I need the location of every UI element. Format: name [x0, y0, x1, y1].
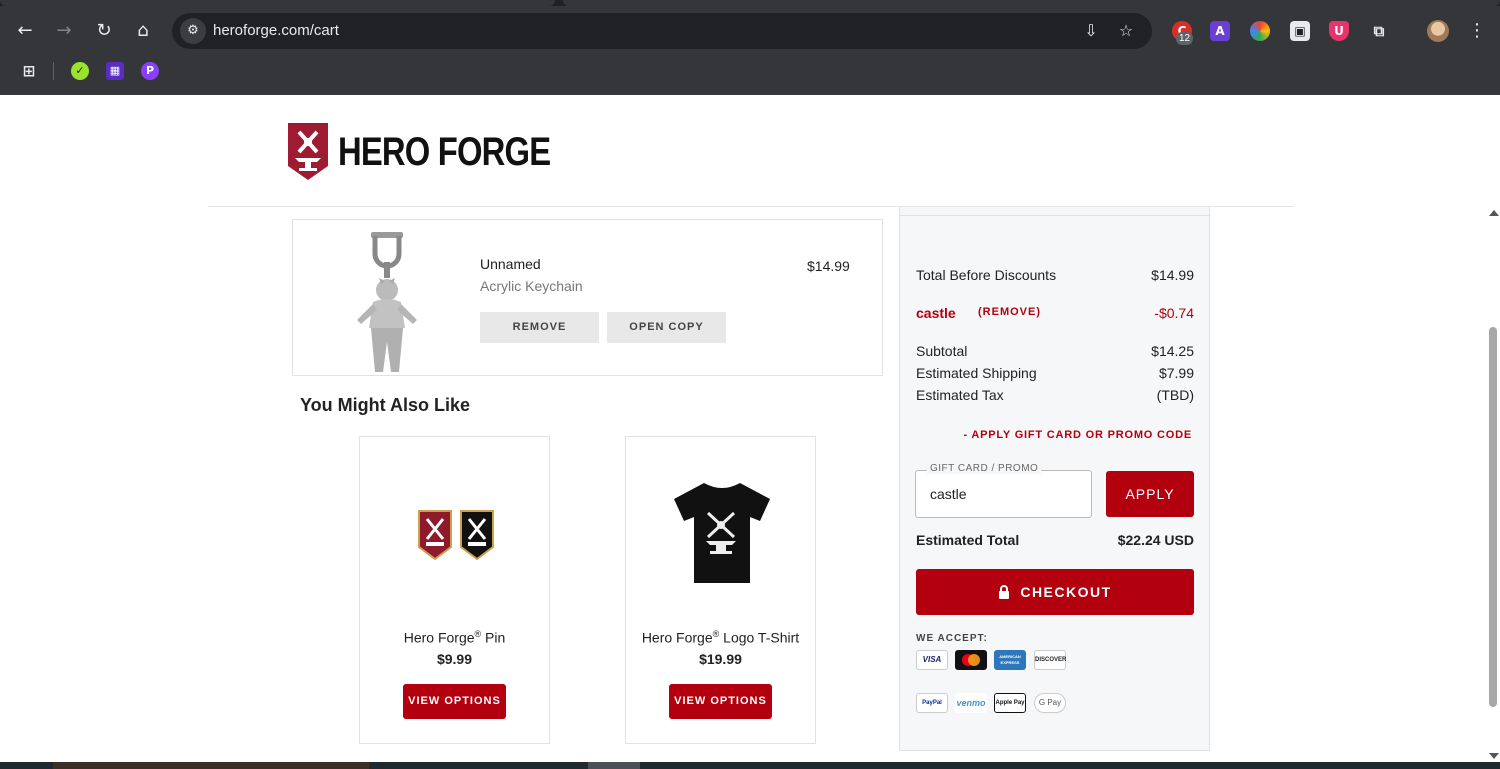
lock-icon [999, 585, 1010, 599]
bookmark-divider [53, 62, 54, 80]
checkout-label: CHECKOUT [1020, 584, 1112, 600]
item-name: Unnamed [480, 256, 541, 272]
google-pay-icon: G Pay [1034, 693, 1066, 713]
extensions-puzzle-icon[interactable]: ⧉ [1369, 21, 1389, 41]
recommendation-price: $9.99 [436, 651, 473, 667]
site-info-icon[interactable]: ⚙ [180, 18, 206, 44]
total-before-discounts-row: Total Before Discounts $14.99 [916, 267, 1194, 283]
profile-avatar[interactable] [1427, 20, 1449, 42]
summary-divider [900, 215, 1209, 216]
apply-button[interactable]: APPLY [1106, 471, 1194, 517]
item-price: $14.99 [807, 258, 850, 274]
tab-strip [0, 0, 1500, 6]
view-options-button[interactable]: VIEW OPTIONS [669, 684, 772, 719]
cart-page: HERO FORGE Unnamed Acrylic Keychain $14.… [0, 95, 1500, 762]
reload-icon[interactable]: ↻ [91, 18, 117, 44]
url-text[interactable]: heroforge.com/cart [213, 22, 339, 39]
promo-code: castle [916, 305, 956, 321]
venmo-icon: venmo [955, 693, 987, 713]
home-icon[interactable]: ⌂ [130, 18, 156, 44]
apply-promo-link[interactable]: - APPLY GIFT CARD OR PROMO CODE [963, 429, 1192, 441]
tshirt-product-image [674, 483, 770, 583]
recommendation-price: $19.99 [699, 651, 742, 667]
bookmark-p-icon[interactable]: P [141, 62, 159, 80]
tax-row: Estimated Tax (TBD) [916, 387, 1194, 403]
page-scrollbar[interactable] [1486, 207, 1500, 762]
cart-item: Unnamed Acrylic Keychain $14.99 REMOVE O… [292, 219, 883, 376]
browser-chrome: ← → ↻ ⌂ ⚙ heroforge.com/cart ⇩ ☆ C 12 A … [0, 0, 1500, 95]
hero-forge-logo[interactable]: HERO FORGE [287, 122, 597, 181]
logo-wordmark: HERO FORGE [338, 129, 551, 174]
taskbar-item[interactable] [53, 762, 369, 769]
bookmark-green-icon[interactable]: ✓ [71, 62, 89, 80]
order-summary: Total Before Discounts $14.99 castle (RE… [899, 207, 1210, 751]
recommendation-card-tshirt[interactable]: Hero Forge® Logo T-Shirt $19.99 VIEW OPT… [625, 436, 816, 744]
keychain-figure-image [357, 232, 417, 372]
extension-badge: 12 [1176, 32, 1194, 45]
promo-row: castle (REMOVE) -$0.74 [916, 305, 1194, 321]
extension-color-icon[interactable] [1250, 21, 1270, 41]
tab-inactive[interactable] [563, 0, 1500, 6]
checkout-button[interactable]: CHECKOUT [916, 569, 1194, 615]
tab-active[interactable] [0, 0, 555, 6]
logo-shield-icon [288, 123, 328, 180]
pin-product-image [418, 510, 494, 561]
install-app-icon[interactable]: ⇩ [1080, 20, 1102, 42]
recommendation-card-pin[interactable]: Hero Forge® Pin $9.99 VIEW OPTIONS [359, 436, 550, 744]
remove-promo-link[interactable]: (REMOVE) [978, 306, 1041, 318]
amex-icon: AMERICAN EXPRESS [994, 650, 1026, 670]
scroll-thumb[interactable] [1489, 327, 1497, 707]
we-accept-label: WE ACCEPT: [916, 633, 988, 644]
recommendation-name: Hero Forge® Pin [403, 629, 506, 646]
recommendation-name: Hero Forge® Logo T-Shirt [641, 629, 800, 646]
address-bar[interactable]: ⚙ heroforge.com/cart ⇩ ☆ [172, 13, 1152, 49]
shipping-row: Estimated Shipping $7.99 [916, 365, 1194, 381]
promo-field-label: GIFT CARD / PROMO [927, 463, 1042, 474]
bookmark-star-icon[interactable]: ☆ [1115, 20, 1137, 42]
back-icon[interactable]: ← [12, 18, 38, 44]
scroll-down-arrow[interactable] [1489, 753, 1499, 759]
item-type: Acrylic Keychain [480, 278, 583, 294]
menu-icon[interactable]: ⋮ [1464, 18, 1490, 44]
mastercard-icon [955, 650, 987, 670]
extension-window-icon[interactable]: ▣ [1290, 21, 1310, 41]
promo-field[interactable]: GIFT CARD / PROMO [915, 463, 1092, 518]
remove-item-button[interactable]: REMOVE [480, 312, 599, 343]
promo-discount: -$0.74 [1154, 305, 1194, 321]
paypal-icon: PayPal [916, 693, 948, 713]
estimated-total-row: Estimated Total $22.24 USD [916, 532, 1194, 548]
bookmark-calendar-icon[interactable]: ▦ [106, 62, 124, 80]
subtotal-row: Subtotal $14.25 [916, 343, 1194, 359]
apps-grid-icon[interactable]: ⊞ [20, 62, 38, 80]
extension-shield-icon[interactable]: U [1329, 21, 1349, 41]
discover-icon: DISCOVER [1034, 650, 1066, 670]
scroll-up-arrow[interactable] [1489, 210, 1499, 216]
recommendations-title: You Might Also Like [300, 395, 470, 415]
visa-icon: VISA [916, 650, 948, 670]
forward-icon[interactable]: → [51, 18, 77, 44]
taskbar-strip [0, 762, 1500, 769]
site-header: HERO FORGE [208, 95, 1294, 207]
promo-input[interactable] [930, 486, 1080, 502]
taskbar-item[interactable] [588, 762, 640, 769]
open-copy-button[interactable]: OPEN COPY [607, 312, 726, 343]
apple-pay-icon: Apple Pay [994, 693, 1026, 713]
view-options-button[interactable]: VIEW OPTIONS [403, 684, 506, 719]
extension-a-icon[interactable]: A [1210, 21, 1230, 41]
